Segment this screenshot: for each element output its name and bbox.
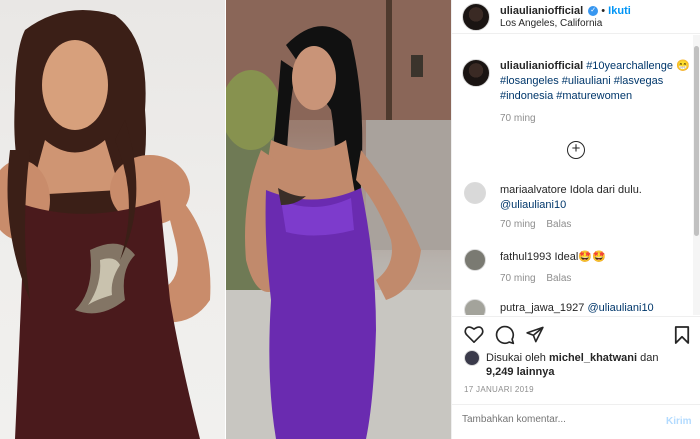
share-icon[interactable] (525, 325, 545, 344)
comment-body: fathul1993 Ideal🤩🤩 (500, 250, 690, 265)
post-comment-button[interactable]: Kirim (666, 416, 692, 427)
comment-mention[interactable]: @uliauliani10 (500, 199, 566, 211)
post-date: 17 JANUARI 2019 (464, 385, 534, 394)
comment-text: Idola dari dulu. (569, 184, 642, 196)
post-header: uliaulianiofficial ✓ • Ikuti Los Angeles… (452, 0, 700, 34)
author-username[interactable]: uliaulianiofficial (500, 5, 583, 17)
caption-hashtags[interactable]: #losangeles #uliauliani #lasvegas #indon… (500, 75, 663, 102)
photo-after (226, 0, 451, 439)
header-line: uliaulianiofficial ✓ • Ikuti (500, 5, 631, 17)
comment-avatar[interactable] (464, 182, 486, 204)
caption-emoji: 😁 (676, 60, 690, 72)
bookmark-icon[interactable] (674, 325, 690, 345)
comment-body: putra_jawa_1927 @uliauliani10 (500, 301, 690, 315)
comments-scroll-thumb[interactable] (694, 46, 699, 236)
likes-others[interactable]: 9,249 lainnya (486, 366, 555, 378)
comment-avatar[interactable] (464, 299, 486, 315)
comment-text: Ideal🤩🤩 (554, 251, 606, 263)
comment-meta: 70 ming Balas (500, 219, 571, 230)
caption-time: 70 ming (500, 113, 536, 124)
comment-time: 70 ming (500, 219, 536, 230)
likes-joiner: dan (640, 352, 659, 364)
caption-avatar[interactable] (462, 59, 490, 87)
post-image[interactable] (0, 0, 451, 439)
add-circle-icon[interactable]: + (567, 141, 585, 159)
liker-avatar[interactable] (464, 350, 480, 366)
comment-body: mariaalvatore Idola dari dulu. @uliaulia… (500, 183, 690, 213)
likes-prefix: Disukai oleh (486, 352, 546, 364)
post-panel: uliaulianiofficial ✓ • Ikuti Los Angeles… (451, 0, 700, 439)
comment-time: 70 ming (500, 273, 536, 284)
comment-username[interactable]: fathul1993 (500, 251, 551, 263)
comments-list[interactable]: uliaulianiofficial #10yearchallenge 😁 #l… (452, 35, 700, 315)
heart-icon[interactable] (464, 325, 484, 343)
comment-icon[interactable] (495, 325, 515, 345)
photo-before (0, 0, 225, 439)
post-actions: Disukai oleh michel_khatwani dan 9,249 l… (452, 316, 700, 406)
location-link[interactable]: Los Angeles, California (500, 18, 602, 29)
comment-input[interactable] (462, 414, 642, 425)
comment-avatar[interactable] (464, 249, 486, 271)
likes-summary: Disukai oleh michel_khatwani dan 9,249 l… (486, 351, 691, 379)
caption-username[interactable]: uliaulianiofficial (500, 60, 583, 72)
follow-button[interactable]: Ikuti (608, 5, 631, 17)
caption: uliaulianiofficial #10yearchallenge 😁 #l… (500, 59, 690, 104)
verified-badge-icon: ✓ (588, 6, 599, 17)
author-avatar[interactable] (462, 3, 490, 31)
caption-hashtag-link[interactable]: #10yearchallenge (586, 60, 673, 72)
reply-button[interactable]: Balas (546, 219, 571, 230)
comment-meta: 70 ming Balas (500, 273, 571, 284)
liker-username[interactable]: michel_khatwani (549, 352, 637, 364)
add-comment-bar: Kirim (452, 404, 700, 439)
comment-mention[interactable]: @uliauliani10 (587, 302, 653, 314)
reply-button[interactable]: Balas (546, 273, 571, 284)
comment-username[interactable]: putra_jawa_1927 (500, 302, 584, 314)
comment-username[interactable]: mariaalvatore (500, 184, 567, 196)
